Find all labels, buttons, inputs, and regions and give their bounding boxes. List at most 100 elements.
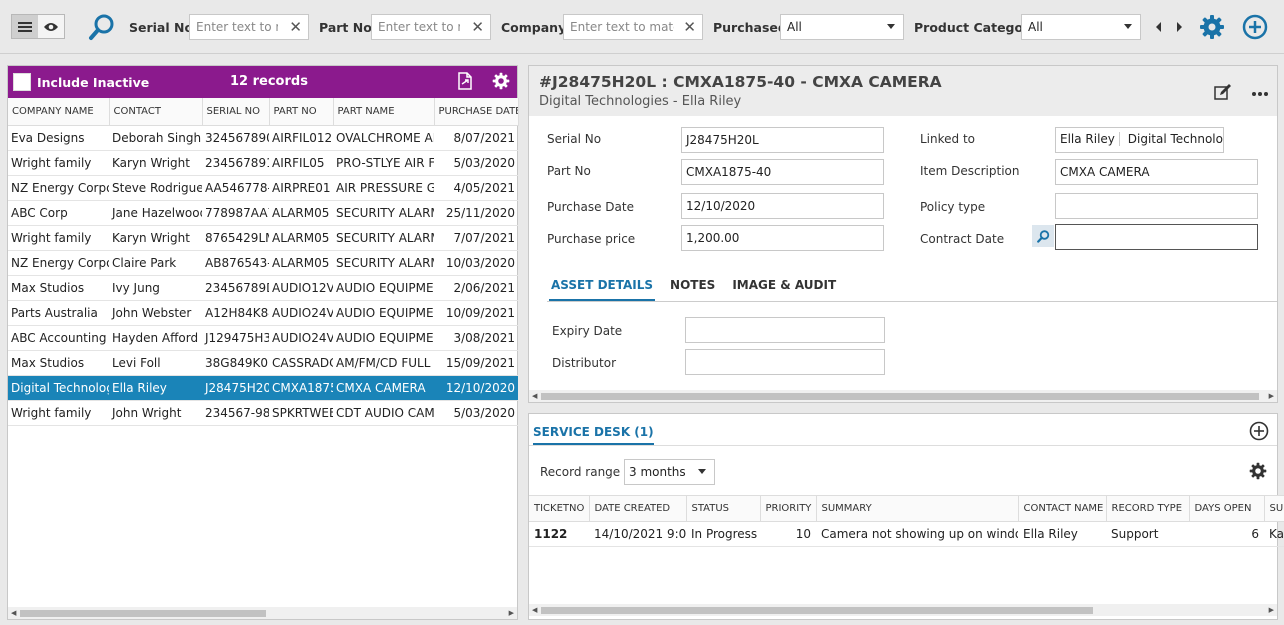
add-circle-icon[interactable] <box>1242 14 1268 43</box>
column-header[interactable]: TICKETNO <box>529 495 590 522</box>
item-description-label: Item Description <box>920 164 1020 178</box>
service-horizontal-scrollbar[interactable]: ◀ ▶ <box>529 604 1277 616</box>
distributor-field[interactable] <box>685 349 885 375</box>
expiry-date-field[interactable] <box>685 317 885 343</box>
table-row[interactable]: NZ Energy CorporationClaire ParkAB876543… <box>8 250 518 276</box>
column-header[interactable]: RECORD TYPE <box>1106 495 1190 522</box>
table-cell: AIR PRESSURE GA <box>333 175 434 201</box>
linked-contact[interactable]: Ella Riley <box>1056 132 1120 146</box>
table-cell: 1122 <box>529 521 589 547</box>
clear-serial-icon[interactable]: ✕ <box>289 18 302 36</box>
policy-type-field[interactable] <box>1055 193 1258 219</box>
table-row[interactable]: Max Studios Ivy Jung 23456789D AUDIO12V AUDI… <box>8 275 518 301</box>
table-row[interactable]: Digital TechnologiesElla RileyJ28475H20C… <box>8 375 518 401</box>
column-header[interactable]: SERIAL NO <box>202 98 270 126</box>
table-row[interactable]: Wright family Karyn Wright 8765429LM ALARM0… <box>8 225 518 251</box>
column-header[interactable]: PURCHASE DATE <box>434 98 519 126</box>
column-header[interactable]: CONTACT <box>109 98 203 126</box>
left-arrow-icon[interactable] <box>1155 21 1163 36</box>
view-toggle[interactable] <box>11 14 65 39</box>
clear-company-icon[interactable]: ✕ <box>683 18 696 36</box>
service-desk-title[interactable]: SERVICE DESK (1) <box>533 425 654 445</box>
list-icon[interactable] <box>12 15 38 38</box>
record-range-select[interactable]: 3 months <box>624 459 715 485</box>
column-header[interactable]: SUP <box>1264 495 1284 522</box>
serial-filter-input[interactable] <box>196 20 278 34</box>
search-icon[interactable] <box>88 13 116 44</box>
company-filter-input[interactable] <box>570 20 674 34</box>
table-row[interactable]: Wright familyJohn Wright234567-987SPKRTW… <box>8 400 518 426</box>
tab-image-audit[interactable]: IMAGE & AUDIT <box>730 278 838 301</box>
table-cell: 2/06/2021 <box>434 275 518 301</box>
add-ticket-icon[interactable] <box>1249 421 1269 444</box>
table-cell: NZ Energy Corporation <box>8 250 109 276</box>
purchase-date-field[interactable]: 12/10/2020 <box>681 193 884 219</box>
table-cell: AUDIO12V <box>269 275 333 301</box>
part-no-field[interactable]: CMXA1875-40 <box>681 159 884 185</box>
column-header[interactable]: PART NAME <box>333 98 435 126</box>
category-select[interactable]: All <box>1021 14 1141 40</box>
serial-filter-label: Serial No <box>129 20 194 35</box>
include-inactive-checkbox[interactable] <box>13 73 31 91</box>
column-header[interactable]: PART NO <box>269 98 334 126</box>
linked-to-field[interactable]: Ella Riley Digital Technologies <box>1055 127 1224 153</box>
table-cell: AA546778- <box>202 175 269 201</box>
tab-notes[interactable]: NOTES <box>668 278 717 301</box>
search-icon[interactable] <box>1032 225 1054 247</box>
table-row[interactable]: ABC Accounting ServicesHayden AffordJ129… <box>8 325 518 351</box>
item-description-field[interactable]: CMXA CAMERA <box>1055 159 1258 185</box>
table-cell: Ivy Jung <box>109 275 202 301</box>
table-cell: 5/03/2020 <box>434 400 518 426</box>
right-arrow-icon[interactable] <box>1175 21 1183 36</box>
part-filter[interactable]: ✕ <box>371 14 491 40</box>
tab-asset-details[interactable]: ASSET DETAILS <box>549 278 656 301</box>
table-row[interactable]: 1122 14/10/2021 9:08 In Progress 10 Camera n… <box>529 521 1284 547</box>
part-filter-input[interactable] <box>378 20 460 34</box>
column-header[interactable]: CONTACT NAME <box>1018 495 1107 522</box>
linked-company[interactable]: Digital Technologies <box>1124 132 1223 146</box>
column-header[interactable]: DAYS OPEN <box>1189 495 1265 522</box>
contract-date-field[interactable] <box>1055 224 1258 250</box>
table-cell: 324567890 <box>202 125 269 151</box>
table-row[interactable]: NZ Energy CorporationSteve RodriguezAA54… <box>8 175 518 201</box>
list-horizontal-scrollbar[interactable]: ◀ ▶ <box>8 607 517 619</box>
service-desk-divider <box>529 445 1277 446</box>
table-cell: 8/07/2021 <box>434 125 518 151</box>
table-cell: 10 <box>760 521 816 547</box>
detail-horizontal-scrollbar[interactable]: ◀ ▶ <box>529 390 1277 402</box>
edit-icon[interactable] <box>1214 83 1232 104</box>
service-settings-icon[interactable] <box>1249 462 1267 483</box>
column-header[interactable]: DATE CREATED <box>589 495 687 522</box>
eye-icon[interactable] <box>38 15 64 38</box>
column-header[interactable]: SUMMARY <box>816 495 1019 522</box>
asset-list-header: Include Inactive 12 records <box>8 66 517 98</box>
purchased-select[interactable]: All <box>780 14 904 40</box>
list-settings-icon[interactable] <box>492 72 510 93</box>
export-icon[interactable] <box>457 72 473 93</box>
table-cell: CASSRADC <box>269 350 333 376</box>
record-count: 12 records <box>230 74 308 89</box>
table-row[interactable]: ABC Corp Jane Hazelwood 778987AA7 ALARM05 SE… <box>8 200 518 226</box>
purchased-filter-label: Purchased <box>713 20 787 35</box>
table-row[interactable]: Wright family Karyn Wright 234567891 AIRFIL… <box>8 150 518 176</box>
table-row[interactable]: Parts Australia John Webster A12H84K84 AUDI… <box>8 300 518 326</box>
purchase-price-field[interactable]: 1,200.00 <box>681 225 884 251</box>
table-cell: Parts Australia <box>8 300 109 326</box>
more-options-icon[interactable] <box>1251 86 1269 100</box>
serial-filter[interactable]: ✕ <box>189 14 309 40</box>
table-row[interactable]: Eva Designs Deborah Singh 324567890 AIRFIL0… <box>8 125 518 151</box>
table-cell: Eva Designs <box>8 125 109 151</box>
column-header[interactable]: STATUS <box>686 495 761 522</box>
table-row[interactable]: Max Studios Levi Foll 38G849K0L CASSRADC AM/… <box>8 350 518 376</box>
company-filter[interactable]: ✕ <box>563 14 703 40</box>
category-filter-label: Product Category <box>914 20 1038 35</box>
column-header[interactable]: PRIORITY <box>760 495 817 522</box>
clear-part-icon[interactable]: ✕ <box>471 18 484 36</box>
detail-tabs: ASSET DETAILS NOTES IMAGE & AUDIT <box>549 278 851 301</box>
column-header[interactable]: COMPANY NAME <box>8 98 110 126</box>
include-inactive-label: Include Inactive <box>37 75 150 90</box>
table-cell: AIRPRE01 <box>269 175 333 201</box>
gear-icon[interactable] <box>1199 14 1225 43</box>
table-cell: 10/09/2021 <box>434 300 518 326</box>
serial-no-field[interactable]: J28475H20L <box>681 127 884 153</box>
